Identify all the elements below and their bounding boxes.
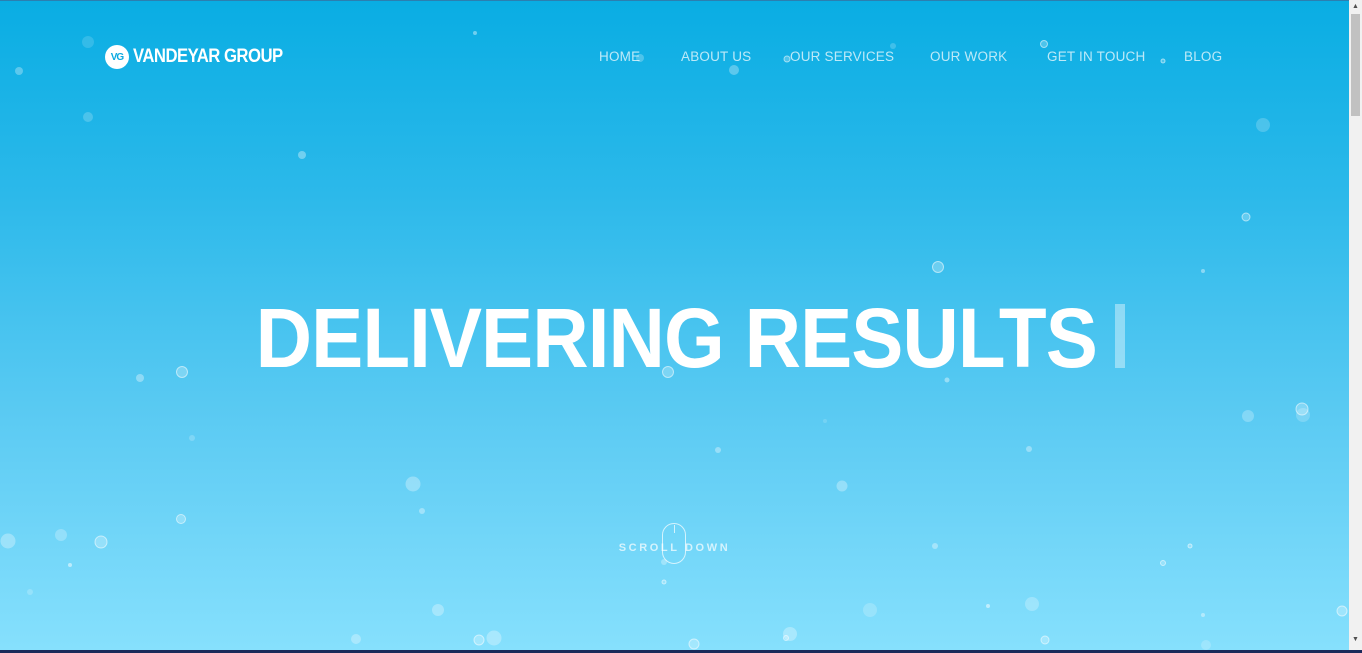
scrollbar-thumb[interactable]: [1351, 14, 1360, 116]
nav-item-get-in-touch[interactable]: GET IN TOUCH: [1047, 49, 1145, 64]
nav-item-home[interactable]: HOME: [599, 49, 640, 64]
scroll-down-arrow-icon[interactable]: ▼: [1349, 633, 1362, 646]
main-nav: HOME ABOUT US OUR SERVICES OUR WORK GET …: [0, 49, 1349, 67]
headline-text: DELIVERING RESULTS: [255, 291, 1098, 385]
nav-item-blog[interactable]: BLOG: [1184, 49, 1222, 64]
hero-section: VG VANDEYAR GROUP HOME ABOUT US OUR SERV…: [0, 0, 1349, 650]
nav-item-about-us[interactable]: ABOUT US: [681, 49, 751, 64]
scroll-up-arrow-icon[interactable]: ▲: [1349, 0, 1362, 13]
nav-item-our-work[interactable]: OUR WORK: [930, 49, 1007, 64]
typing-cursor: [1114, 304, 1125, 368]
scroll-down-label: SCROLL DOWN: [618, 542, 731, 554]
nav-item-our-services[interactable]: OUR SERVICES: [790, 49, 894, 64]
page-scrollbar[interactable]: ▲ ▼: [1349, 0, 1362, 650]
hero-headline: DELIVERING RESULTS: [0, 290, 1349, 386]
